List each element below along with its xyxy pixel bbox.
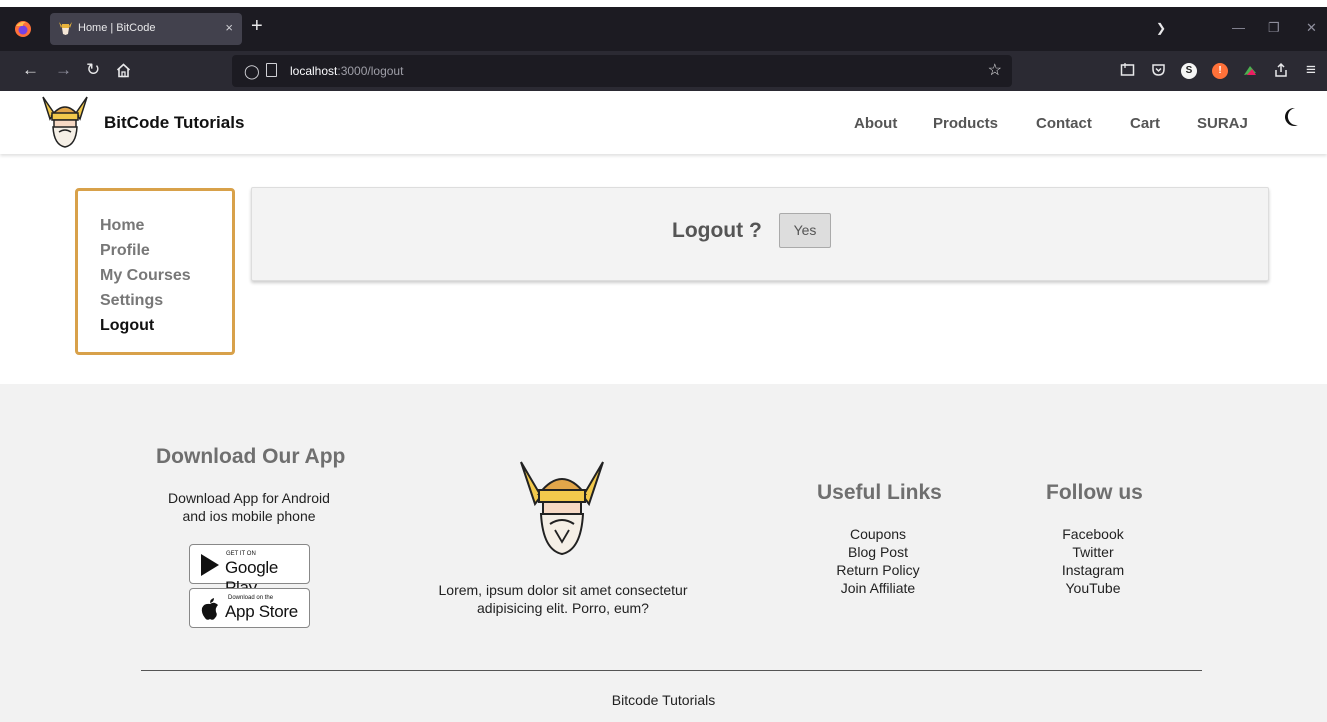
nav-contact[interactable]: Contact: [1036, 115, 1092, 132]
follow-link-twitter[interactable]: Twitter: [1018, 543, 1168, 561]
nav-user[interactable]: SURAJ: [1197, 115, 1248, 132]
follow-link-facebook[interactable]: Facebook: [1018, 525, 1168, 543]
apple-icon: [201, 598, 218, 620]
firefox-icon[interactable]: [14, 20, 32, 38]
account-sidebar: Home Profile My Courses Settings Logout: [75, 188, 235, 355]
pocket-icon[interactable]: [1151, 62, 1166, 77]
viking-favicon-icon: [59, 22, 72, 35]
list-tabs-chevron-icon[interactable]: ❯: [1156, 21, 1166, 35]
menu-icon[interactable]: ≡: [1306, 61, 1316, 79]
url-bar[interactable]: ◯ localhost:3000/logout ☆: [232, 55, 1012, 87]
minimize-icon[interactable]: —: [1232, 20, 1245, 35]
sidebar-item-logout[interactable]: Logout: [100, 313, 232, 338]
follow-link-instagram[interactable]: Instagram: [1018, 561, 1168, 579]
browser-nav-bar: ← → ↻ ◯ localhost:3000/logout ☆ S ! ≡: [0, 51, 1327, 91]
useful-link-blog-post[interactable]: Blog Post: [803, 543, 953, 561]
nav-about[interactable]: About: [854, 115, 897, 132]
home-icon[interactable]: [116, 63, 131, 78]
tab-close-button[interactable]: ×: [225, 20, 233, 35]
useful-links-heading: Useful Links: [817, 481, 942, 504]
google-play-button[interactable]: GET IT ON Google Play: [189, 544, 310, 597]
logout-question: Logout ?: [672, 219, 762, 242]
viking-footer-logo: [520, 461, 604, 556]
download-app-heading: Download Our App: [156, 445, 346, 468]
follow-links-list: Facebook Twitter Instagram YouTube: [1018, 525, 1168, 597]
nav-cart[interactable]: Cart: [1130, 115, 1160, 132]
extension-shield-icon[interactable]: !: [1212, 63, 1228, 79]
browser-tab-bar: Home | BitCode × + ❯ — ❐ ✕: [0, 7, 1327, 51]
site-header: BitCode Tutorials About Products Contact…: [0, 91, 1327, 154]
bookmark-star-icon[interactable]: ☆: [988, 60, 1002, 80]
extension-color-icon[interactable]: [1242, 63, 1258, 79]
footer-copyright: Bitcode Tutorials: [611, 692, 716, 708]
useful-links-list: Coupons Blog Post Return Policy Join Aff…: [803, 525, 953, 597]
useful-link-return-policy[interactable]: Return Policy: [803, 561, 953, 579]
google-play-small-text: GET IT ON: [226, 551, 256, 557]
follow-link-youtube[interactable]: YouTube: [1018, 579, 1168, 597]
moon-icon[interactable]: [1282, 106, 1302, 128]
sidebar-item-my-courses[interactable]: My Courses: [100, 263, 232, 288]
footer-divider: [141, 670, 1202, 671]
close-window-icon[interactable]: ✕: [1306, 20, 1317, 36]
lorem-text-2: adipisicing elit. Porro, eum?: [477, 600, 649, 616]
sidebar-item-home[interactable]: Home: [100, 213, 232, 238]
shield-icon[interactable]: ◯: [244, 63, 260, 80]
forward-icon[interactable]: →: [55, 61, 72, 79]
logout-confirm-button[interactable]: Yes: [779, 213, 831, 248]
viking-logo[interactable]: [40, 95, 90, 149]
page-icon: [266, 63, 277, 77]
tab-title: Home | BitCode: [78, 22, 156, 34]
sidebar-item-profile[interactable]: Profile: [100, 238, 232, 263]
back-icon[interactable]: ←: [22, 61, 39, 79]
brand-name[interactable]: BitCode Tutorials: [104, 113, 244, 133]
download-app-text-1: Download App for Android: [168, 490, 330, 506]
app-store-button[interactable]: Download on the App Store: [189, 588, 310, 628]
screenshot-icon[interactable]: [1120, 62, 1135, 77]
lorem-text-1: Lorem, ipsum dolor sit amet consectetur: [438, 582, 688, 598]
site-footer: Download Our App Download App for Androi…: [0, 384, 1327, 722]
share-icon[interactable]: [1273, 62, 1289, 78]
useful-link-join-affiliate[interactable]: Join Affiliate: [803, 579, 953, 597]
download-app-text-2: and ios mobile phone: [182, 508, 316, 524]
app-store-small-text: Download on the: [228, 595, 274, 601]
nav-products[interactable]: Products: [933, 115, 998, 132]
restore-icon[interactable]: ❐: [1268, 20, 1280, 36]
google-play-icon: [201, 554, 219, 576]
url-text[interactable]: localhost:3000/logout: [290, 64, 403, 78]
new-tab-button[interactable]: +: [251, 16, 263, 36]
reload-icon[interactable]: ↻: [86, 61, 100, 79]
sidebar-item-settings[interactable]: Settings: [100, 288, 232, 313]
useful-link-coupons[interactable]: Coupons: [803, 525, 953, 543]
follow-us-heading: Follow us: [1046, 481, 1143, 504]
app-store-big-text: App Store: [225, 602, 298, 621]
logout-card: Logout ? Yes: [251, 187, 1269, 281]
extension-s-icon[interactable]: S: [1181, 63, 1197, 79]
browser-tab[interactable]: Home | BitCode ×: [50, 13, 242, 45]
